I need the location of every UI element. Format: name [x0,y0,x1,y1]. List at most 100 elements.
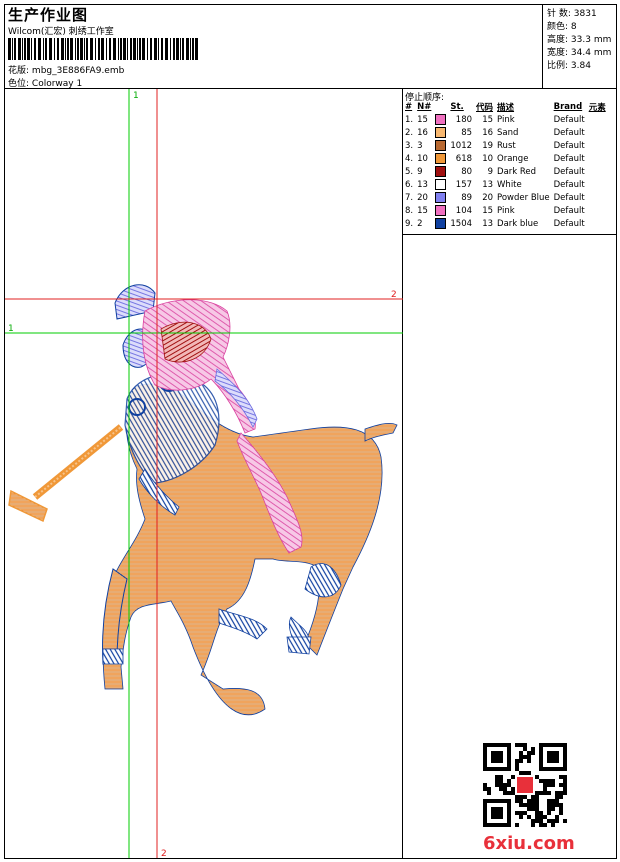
color-swatch [435,179,447,190]
spec-width: 宽度: 34.4 mm [547,48,612,58]
cell-code: 15 [482,114,494,125]
cell-element [587,152,608,165]
cell-description: Sand [497,127,519,138]
spec-height: 高度: 33.3 mm [547,35,612,45]
table-row: 7. 20 89 20 Powder Blue Default [403,191,608,204]
cell-stitches: 89 [461,192,473,203]
cell-swatch [433,191,448,204]
cell-element [587,165,608,178]
cell-brand: Default [553,179,585,190]
polo-mallet [8,424,124,523]
cell-needle: 13 [417,179,428,190]
table-row: 9. 2 1504 13 Dark blue Default [403,217,608,230]
watermark-text: 6xiu.com [483,833,575,854]
cell-index: 3. [405,140,414,151]
cell-index: 1. [405,114,414,125]
sheet-title: 生产作业图 [8,6,89,24]
cell-needle: 16 [417,127,428,138]
cell-description: Pink [497,205,515,216]
cell-swatch [433,139,448,152]
cell-brand: Default [553,192,585,203]
table-row: 8. 15 104 15 Pink Default [403,204,608,217]
col-stitches: St. [450,102,464,112]
cell-code: 10 [482,153,494,164]
spec-scale: 比例: 3.84 [547,61,591,71]
design-line: 花版: mbg_3E886FA9.emb [8,63,124,76]
col-index: # [405,102,413,112]
cell-brand: Default [553,127,585,138]
cell-brand: Default [553,166,585,177]
cell-code: 19 [482,140,494,151]
color-swatch [435,140,447,151]
colorway-line: 色位: Colorway 1 [8,76,82,89]
cell-stitches: 85 [461,127,473,138]
cell-index: 7. [405,192,414,203]
cell-stitches: 180 [455,114,473,125]
cell-needle: 3 [417,140,423,151]
cell-element [587,126,608,139]
color-swatch [435,192,447,203]
cell-swatch [433,204,448,217]
cell-stitches: 80 [461,166,473,177]
color-swatch [435,114,447,125]
design-preview-canvas: 1 1 2 2 [5,89,403,859]
cell-needle: 20 [417,192,428,203]
production-sheet: 生产作业图 Wilcom(汇宏) 刺绣工作室 花版: mbg_3E886FA9.… [4,4,617,859]
cell-stitches: 1012 [450,140,473,151]
cell-element [587,139,608,152]
cell-stitches: 1504 [450,218,473,229]
company-name: Wilcom(汇宏) 刺绣工作室 [8,27,114,37]
color-swatch [435,205,447,216]
cell-element [587,204,608,217]
color-swatch [435,218,447,229]
cell-description: Orange [497,153,529,164]
cell-code: 16 [482,127,494,138]
table-row: 1. 15 180 15 Pink Default [403,113,608,126]
cell-swatch [433,165,448,178]
cell-index: 8. [405,205,414,216]
design-specs: 针 数: 3831 颜色: 8 高度: 33.3 mm 宽度: 34.4 mm … [543,5,616,89]
cell-element [587,191,608,204]
cell-brand: Default [553,205,585,216]
qr-code [483,743,567,827]
cell-index: 5. [405,166,414,177]
cell-brand: Default [553,153,585,164]
cell-needle: 2 [417,218,423,229]
cell-description: Dark blue [497,218,539,229]
cell-needle: 15 [417,205,428,216]
cell-description: White [497,179,522,190]
guide-green-h-label: 1 [8,324,14,334]
colorway-label: 色位: [8,79,30,89]
cell-needle: 15 [417,114,428,125]
guide-red-h-label: 2 [391,290,397,300]
cell-swatch [433,113,448,126]
col-code: 代码 [476,103,494,113]
cell-code: 15 [482,205,494,216]
cell-stitches: 104 [455,205,473,216]
cell-code: 13 [482,179,494,190]
barcode [8,38,198,60]
table-row: 4. 10 618 10 Orange Default [403,152,608,165]
cell-description: Dark Red [497,166,537,177]
stop-sequence-table: # N# St. 代码 描述 Brand 元素 1. 15 180 15 Pink Def… [403,101,608,230]
spec-colors: 颜色: 8 [547,22,577,32]
cell-code: 20 [482,192,494,203]
color-swatch [435,166,447,177]
cell-index: 2. [405,127,414,138]
col-description: 描述 [497,103,515,113]
cell-index: 6. [405,179,414,190]
color-swatch [435,127,447,138]
spec-stitches: 针 数: 3831 [547,9,597,19]
cell-needle: 9 [417,166,423,177]
col-brand: Brand [553,102,583,112]
cell-swatch [433,217,448,230]
cell-element [587,178,608,191]
color-swatch [435,153,447,164]
guide-green-v-label: 1 [133,91,139,101]
cell-index: 4. [405,153,414,164]
embroidery-design: 1 1 2 2 [5,89,403,859]
col-element: 元素 [588,103,606,113]
cell-description: Pink [497,114,515,125]
cell-element [587,113,608,126]
cell-brand: Default [553,218,585,229]
